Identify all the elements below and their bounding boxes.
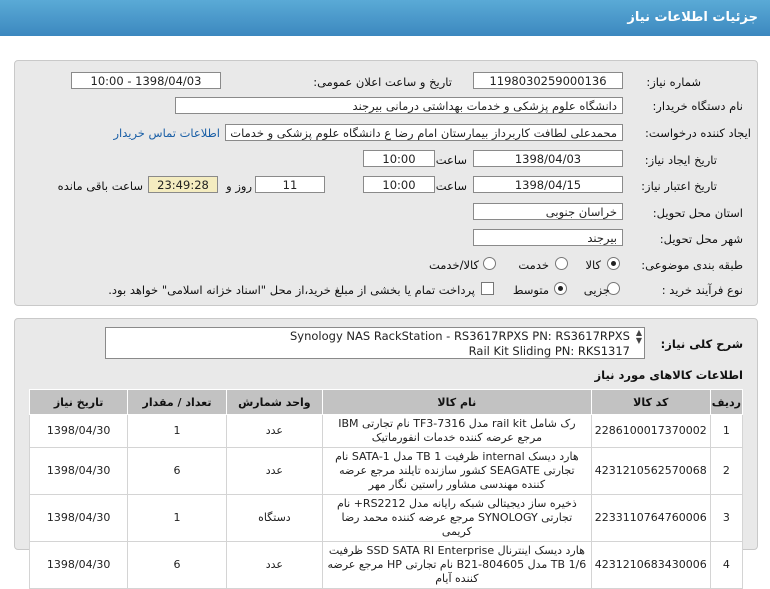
created-time-field[interactable]: 10:00 — [363, 150, 435, 167]
table-row[interactable]: 1 2286100017370002 رک شامل rail kit مدل … — [28, 414, 744, 448]
col-name: نام کالا — [321, 389, 592, 415]
remaining-label: ساعت باقی مانده — [57, 179, 143, 193]
row-number: 4 — [709, 541, 744, 589]
creator-field[interactable]: محمدعلی لطافت کاربرداز بیمارستان امام رض… — [225, 124, 623, 141]
description-line-1: Synology NAS RackStation - RS3617RPXS PN… — [289, 329, 630, 343]
item-date: 1398/04/30 — [28, 447, 129, 495]
buyer-field[interactable]: دانشگاه علوم پزشکی و خدمات بهداشتی درمان… — [175, 97, 623, 114]
item-code: 4231210562570068 — [590, 447, 711, 495]
need-number-label: شماره نیاز: — [646, 75, 701, 89]
item-name: هارد دیسک اینترنال SSD SATA RI Enterpris… — [321, 541, 592, 589]
days-and-label: روز و — [226, 179, 252, 193]
item-code: 2233110764760006 — [590, 494, 711, 542]
validity-date-field[interactable]: 1398/04/15 — [473, 176, 623, 193]
contact-buyer-link[interactable]: اطلاعات تماس خریدار — [113, 126, 220, 140]
description-textarea[interactable]: ▲ ▼ Synology NAS RackStation - RS3617RPXS… — [105, 327, 645, 359]
category-service-radio[interactable] — [555, 257, 568, 270]
city-label: شهر محل تحویل: — [659, 232, 743, 246]
item-qty: 1 — [127, 414, 227, 448]
col-row: ردیف — [709, 389, 744, 415]
item-qty: 6 — [127, 541, 227, 589]
item-name: رک شامل rail kit مدل TF3-7316 نام تجارتی… — [321, 414, 592, 448]
category-goods-service-radio[interactable] — [483, 257, 496, 270]
buyer-label: نام دستگاه خریدار: — [652, 99, 743, 113]
created-date-label: تاریخ ایجاد نیاز: — [644, 153, 717, 167]
item-date: 1398/04/30 — [28, 494, 129, 542]
col-date: تاریخ نیاز — [28, 389, 129, 415]
goods-info-title: اطلاعات کالاهای مورد نیاز — [594, 368, 743, 382]
table-row[interactable]: 3 2233110764760006 ذخیره ساز دیجیتالی شب… — [28, 494, 744, 542]
category-service-label: خدمت — [518, 258, 549, 272]
item-unit: دستگاه — [225, 494, 323, 542]
province-field[interactable]: خراسان جنوبی — [473, 203, 623, 220]
col-code: کد کالا — [590, 389, 711, 415]
table-row[interactable]: 2 4231210562570068 هارد دیسک internal ظر… — [28, 447, 744, 495]
description-label: شرح کلی نیاز: — [660, 337, 743, 351]
province-label: استان محل تحویل: — [652, 206, 743, 220]
goods-table: ردیف کد کالا نام کالا واحد شمارش تعداد /… — [28, 389, 744, 589]
row-number: 2 — [709, 447, 744, 495]
validity-time-field[interactable]: 10:00 — [363, 176, 435, 193]
goods-panel: شرح کلی نیاز: ▲ ▼ Synology NAS RackStatio… — [14, 318, 758, 589]
created-date-field[interactable]: 1398/04/03 — [473, 150, 623, 167]
page-title: جزئیات اطلاعات نیاز — [627, 10, 758, 25]
created-time-label: ساعت — [435, 153, 467, 167]
row-number: 3 — [709, 494, 744, 542]
process-medium-label: متوسط — [512, 283, 549, 297]
process-minor-label: جزیی — [583, 283, 610, 297]
category-label: طبقه بندی موضوعی: — [641, 258, 743, 272]
need-number-field[interactable]: 1198030259000136 — [473, 72, 623, 89]
col-qty: تعداد / مقدار — [127, 389, 227, 415]
process-medium-radio[interactable] — [554, 282, 567, 295]
category-goods-radio[interactable] — [607, 257, 620, 270]
item-date: 1398/04/30 — [28, 541, 129, 589]
item-code: 2286100017370002 — [590, 414, 711, 448]
item-code: 4231210683430006 — [590, 541, 711, 589]
days-remaining-field: 11 — [255, 176, 325, 193]
goods-table-header: ردیف کد کالا نام کالا واحد شمارش تعداد /… — [28, 389, 744, 415]
item-date: 1398/04/30 — [28, 414, 129, 448]
col-unit: واحد شمارش — [225, 389, 323, 415]
treasury-payment-checkbox[interactable] — [481, 282, 494, 295]
process-label: نوع فرآیند خرید : — [661, 283, 743, 297]
item-unit: عدد — [225, 447, 323, 495]
validity-label: تاریخ اعتبار نیاز: — [641, 179, 717, 193]
announce-label: تاریخ و ساعت اعلان عمومی: — [313, 75, 452, 89]
category-goods-service-label: کالا/خدمت — [428, 258, 479, 272]
need-info-panel: شماره نیاز: 1198030259000136 تاریخ و ساع… — [14, 60, 758, 306]
treasury-payment-note: پرداخت تمام یا بخشی از مبلغ خرید،از محل … — [108, 283, 475, 297]
item-name: هارد دیسک internal ظرفیت 1 TB مدل SATA-1… — [321, 447, 592, 495]
validity-time-label: ساعت — [435, 179, 467, 193]
announce-field[interactable]: 1398/04/03 - 10:00 — [71, 72, 221, 89]
table-row[interactable]: 4 4231210683430006 هارد دیسک اینترنال SS… — [28, 541, 744, 589]
item-unit: عدد — [225, 414, 323, 448]
remaining-time-field: 23:49:28 — [148, 176, 218, 193]
item-unit: عدد — [225, 541, 323, 589]
description-line-2: Rail Kit Sliding PN: RKS1317 — [468, 344, 630, 358]
category-goods-label: کالا — [585, 258, 601, 272]
scroll-arrows-icon[interactable]: ▲ ▼ — [636, 329, 642, 345]
city-field[interactable]: بیرجند — [473, 229, 623, 246]
creator-label: ایجاد کننده درخواست: — [645, 126, 751, 140]
item-qty: 6 — [127, 447, 227, 495]
row-number: 1 — [709, 414, 744, 448]
page-header: جزئیات اطلاعات نیاز — [0, 0, 770, 36]
item-qty: 1 — [127, 494, 227, 542]
item-name: ذخیره ساز دیجیتالی شبکه رایانه مدل RS221… — [321, 494, 592, 542]
